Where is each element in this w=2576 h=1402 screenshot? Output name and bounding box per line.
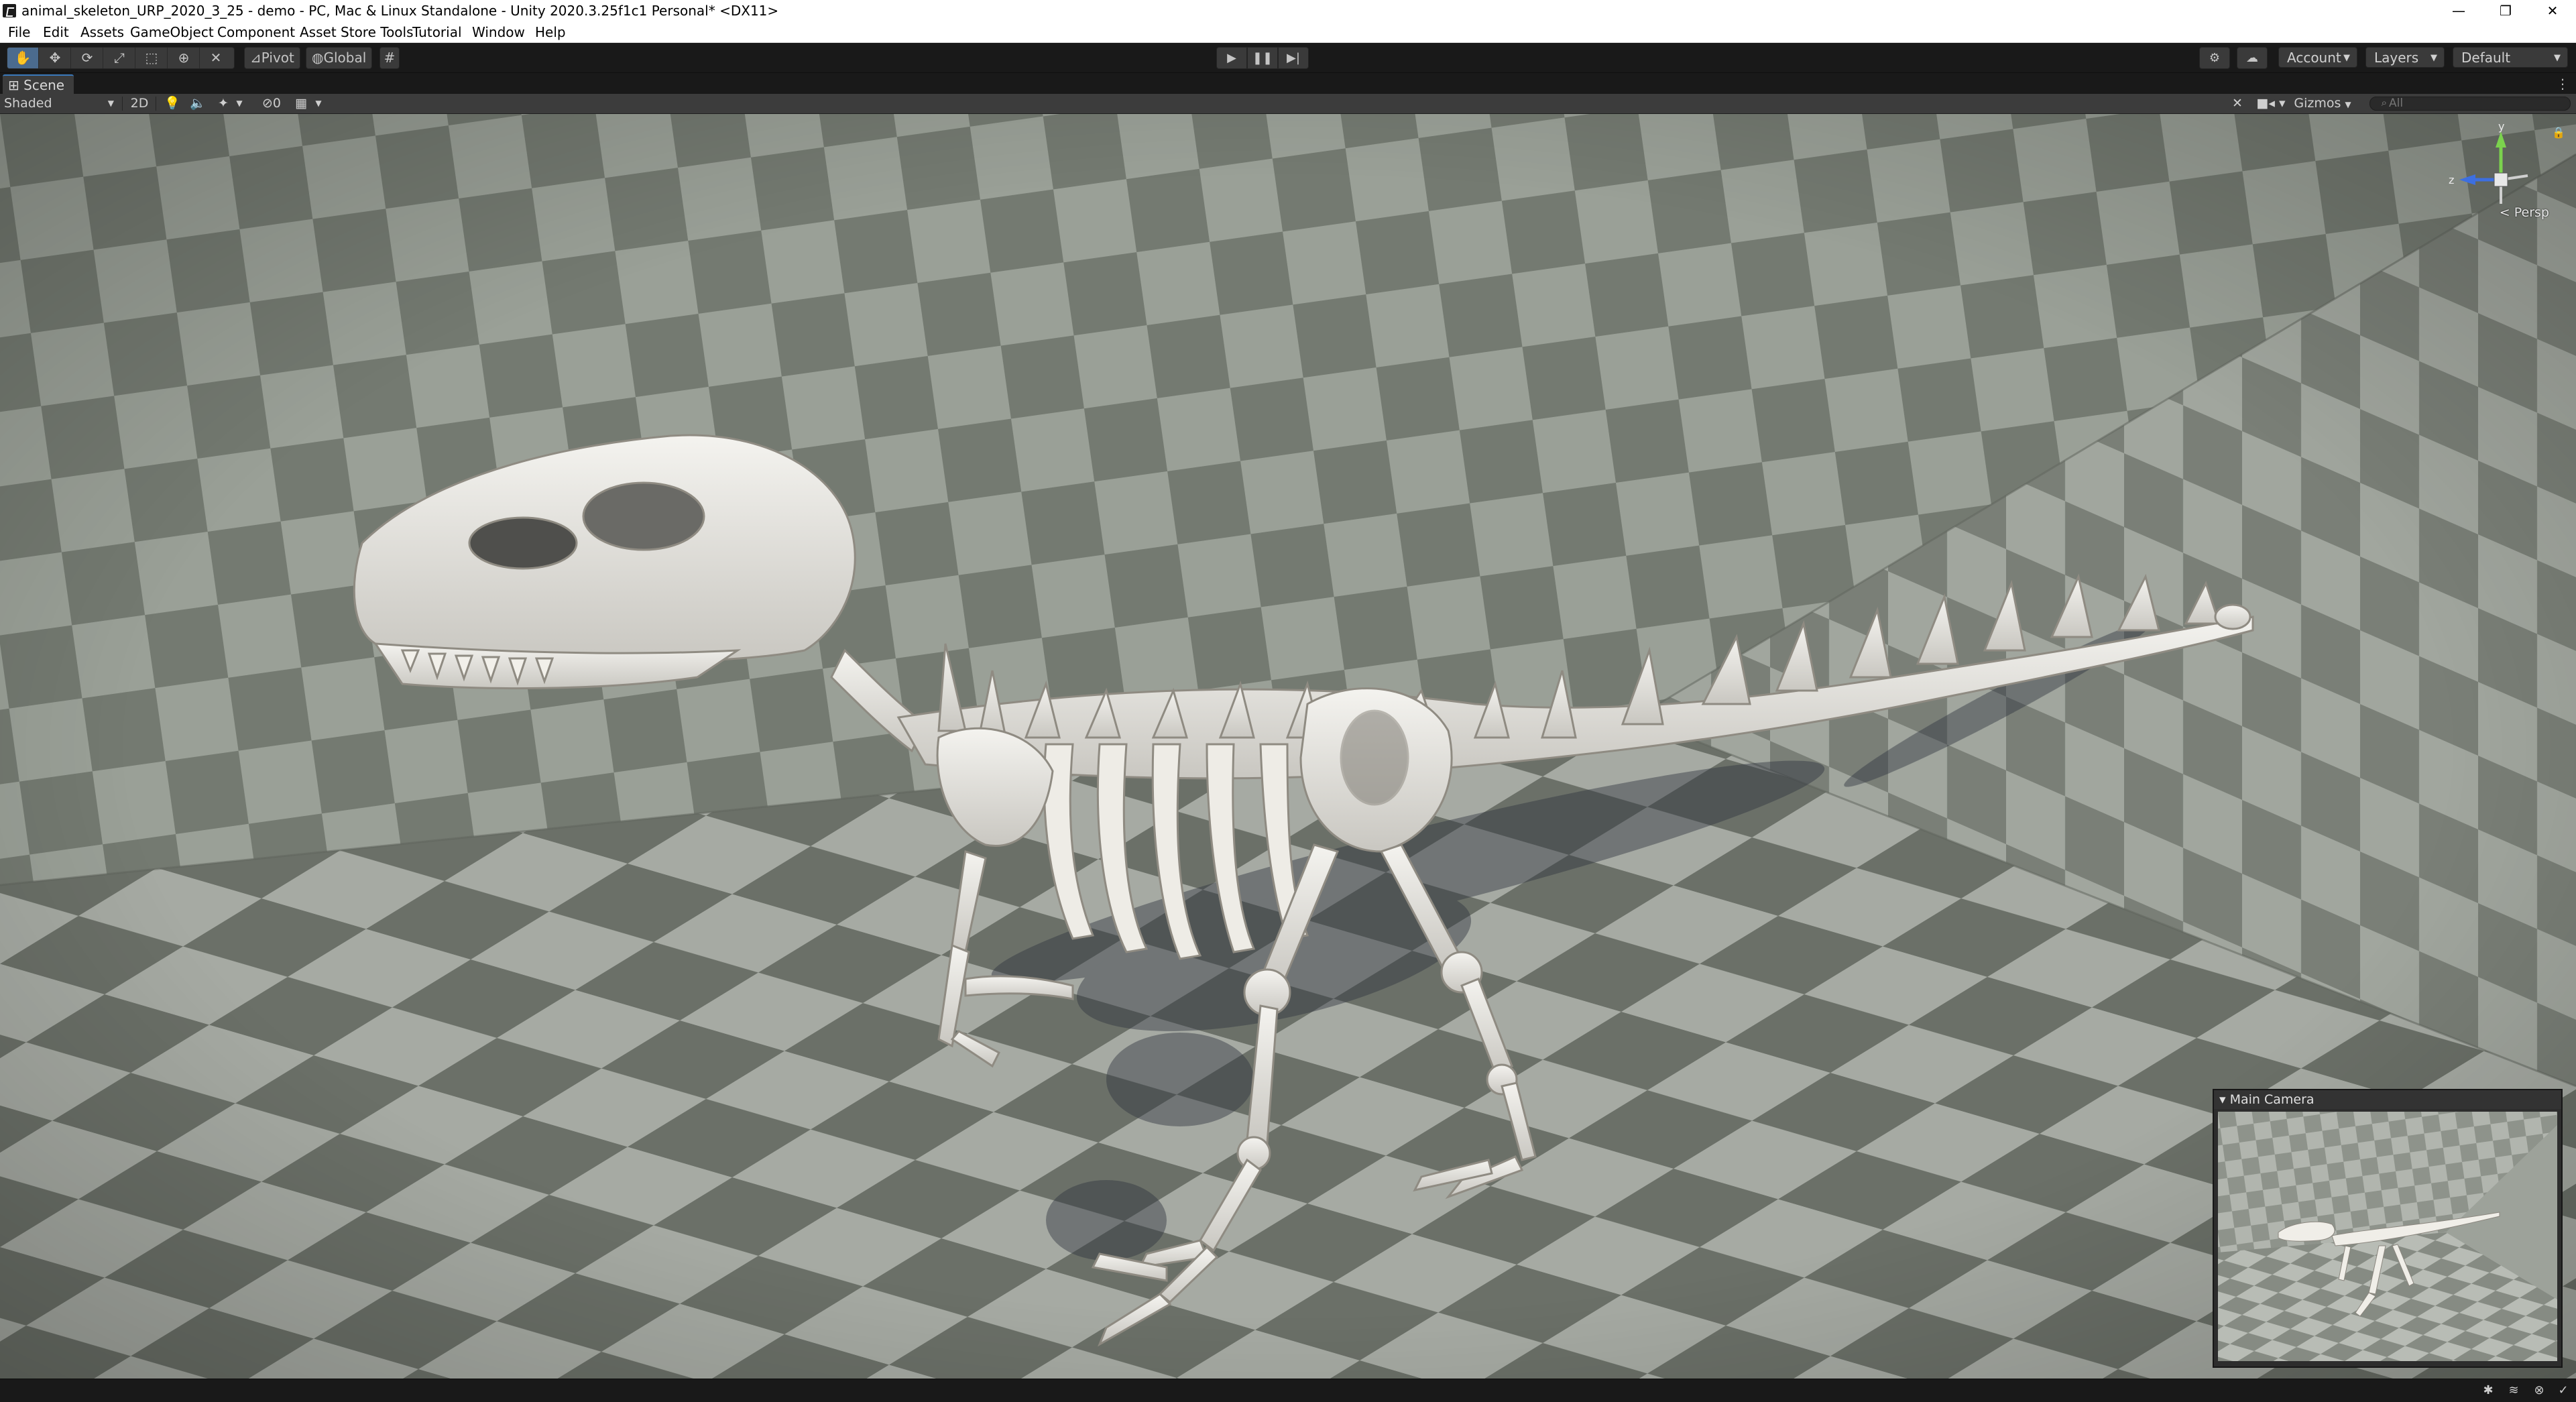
dock-tab-bar: ⊞ Scene ⋮ <box>0 72 2576 96</box>
camera-preview-render <box>2218 1112 2557 1361</box>
chevron-down-icon: ▼ <box>2431 53 2437 63</box>
rect-tool-icon[interactable]: ⬚ <box>136 48 168 68</box>
scene-tab-icon: ⊞ <box>8 77 24 93</box>
layers-label: Layers <box>2374 50 2419 66</box>
z-axis-label: z <box>2449 174 2454 186</box>
scene-search-input[interactable] <box>2369 97 2571 111</box>
collapse-icon[interactable]: ▾ <box>2219 1092 2230 1107</box>
hand-tool-icon[interactable]: ✋ <box>7 48 39 68</box>
grid-dropdown-icon[interactable]: ▼ <box>312 94 325 113</box>
search-icon: ⌕ <box>2381 97 2387 109</box>
play-button-icon[interactable]: ▶ <box>1216 47 1247 69</box>
bug-icon[interactable]: ✱ <box>2479 1382 2497 1399</box>
window-title: animal_skeleton_URP_2020_3_25 - demo - P… <box>21 3 779 19</box>
chevron-down-icon: ▼ <box>2343 53 2350 63</box>
effects-toggle-icon[interactable]: ✦ <box>213 94 233 113</box>
camera-preview-header: ▾ Main Camera <box>2214 1090 2561 1109</box>
hidden-count: 0 <box>272 96 281 111</box>
z-axis-cone-icon[interactable] <box>2459 174 2475 185</box>
pivot-button[interactable]: ⊿Pivot <box>244 47 300 69</box>
menu-edit[interactable]: Edit <box>43 24 69 40</box>
scene-render <box>0 114 2576 1379</box>
globe-icon: ◍ <box>312 50 324 66</box>
toggle-2d-button[interactable]: 2D <box>126 94 153 113</box>
transform-tool-icon[interactable]: ⊕ <box>168 48 200 68</box>
custom-tool-icon[interactable]: ✕ <box>200 48 231 68</box>
chevron-down-icon: ▼ <box>2554 53 2561 63</box>
unity-logo-icon <box>3 4 16 17</box>
lighting-toggle-icon[interactable]: 💡 <box>162 94 182 113</box>
layers-status-icon[interactable]: ≋ <box>2505 1382 2522 1399</box>
y-axis-label: y <box>2498 121 2504 133</box>
y-axis-cone-icon[interactable] <box>2496 131 2506 148</box>
menu-tutorial[interactable]: Tutorial <box>412 24 462 40</box>
menu-help[interactable]: Help <box>535 24 566 40</box>
global-label: Global <box>323 50 367 66</box>
grid-toggle-icon[interactable]: ▦ <box>291 94 311 113</box>
lock-icon[interactable]: 🔒 <box>2552 126 2565 139</box>
minimize-button[interactable]: — <box>2435 0 2482 22</box>
camera-settings-icon[interactable]: ■◂ ▾ <box>2254 94 2288 113</box>
separator <box>122 97 123 111</box>
menu-gameobject[interactable]: GameObject <box>130 24 214 40</box>
tools-icon[interactable]: ✕ <box>2227 94 2247 113</box>
layers-dropdown[interactable]: Layers ▼ <box>2365 47 2445 68</box>
camera-preview-title: Main Camera <box>2229 1092 2315 1107</box>
tab-menu-icon[interactable]: ⋮ <box>2556 76 2569 92</box>
chevron-down-icon: ▼ <box>2345 100 2351 109</box>
scale-tool-icon[interactable]: ⤢ <box>104 48 135 68</box>
account-dropdown[interactable]: Account ▼ <box>2278 47 2357 68</box>
rotate-tool-icon[interactable]: ⟳ <box>72 48 103 68</box>
eye-slash-icon: ⊘ <box>261 96 273 111</box>
menu-assets[interactable]: Assets <box>80 24 124 40</box>
grid-snap-icon[interactable]: # <box>379 47 400 69</box>
pivot-icon: ⊿ <box>250 50 261 66</box>
menu-asset-store-tools[interactable]: Asset Store Tools <box>300 24 414 40</box>
tab-scene[interactable]: ⊞ Scene <box>3 74 74 96</box>
restore-button[interactable]: ❐ <box>2482 0 2529 22</box>
draw-mode-dropdown[interactable]: Shaded ▼ <box>4 94 118 113</box>
scene-tab-label: Scene <box>23 77 65 93</box>
audio-toggle-icon[interactable]: 🔈 <box>188 94 208 113</box>
menu-window[interactable]: Window <box>472 24 525 40</box>
account-label: Account <box>2287 50 2341 66</box>
menu-bar: File Edit Assets GameObject Component As… <box>0 22 2576 43</box>
check-circle-icon[interactable]: ✓ <box>2555 1382 2572 1399</box>
global-button[interactable]: ◍Global <box>306 47 373 69</box>
scene-view-toolbar: Shaded ▼ 2D 💡 🔈 ✦ ▼ ⊘0 ▦ ▼ ✕ ■◂ ▾ Gizmos… <box>0 94 2576 114</box>
projection-label[interactable]: < Persp <box>2500 205 2549 220</box>
step-button-icon[interactable]: ▶| <box>1278 47 1309 69</box>
draw-mode-label: Shaded <box>4 96 52 111</box>
pause-button-icon[interactable]: ❚❚ <box>1247 47 1278 69</box>
menu-file[interactable]: File <box>8 24 30 40</box>
gizmos-label: Gizmos <box>2294 96 2341 111</box>
pivot-label: Pivot <box>261 50 294 66</box>
status-bar: ✱ ≋ ⊗ ✓ <box>0 1379 2576 1402</box>
collab-icon[interactable]: ⚙ <box>2199 47 2230 69</box>
close-button[interactable]: ✕ <box>2529 0 2576 22</box>
transform-tools: ✋ ✥ ⟳ ⤢ ⬚ ⊕ ✕ <box>7 47 235 69</box>
move-tool-icon[interactable]: ✥ <box>40 48 71 68</box>
scene-viewport[interactable]: y z 🔒 < Persp ▾ Main Camera <box>0 114 2576 1379</box>
camera-preview-panel: ▾ Main Camera <box>2213 1089 2563 1368</box>
layout-label: Default <box>2461 50 2511 66</box>
gizmos-dropdown[interactable]: Gizmos ▼ <box>2292 94 2353 113</box>
title-bar: animal_skeleton_URP_2020_3_25 - demo - P… <box>0 0 2576 22</box>
cloud-icon[interactable]: ☁ <box>2237 47 2268 69</box>
hidden-objects-toggle[interactable]: ⊘0 <box>255 94 288 113</box>
sync-icon[interactable]: ⊗ <box>2530 1382 2548 1399</box>
layout-dropdown[interactable]: Default ▼ <box>2453 47 2568 68</box>
effects-dropdown-icon[interactable]: ▼ <box>233 94 245 113</box>
chevron-down-icon: ▼ <box>107 99 114 108</box>
menu-component[interactable]: Component <box>217 24 295 40</box>
main-toolbar: ✋ ✥ ⟳ ⤢ ⬚ ⊕ ✕ ⊿Pivot ◍Global # ▶ ❚❚ ▶| ⚙… <box>0 43 2576 72</box>
